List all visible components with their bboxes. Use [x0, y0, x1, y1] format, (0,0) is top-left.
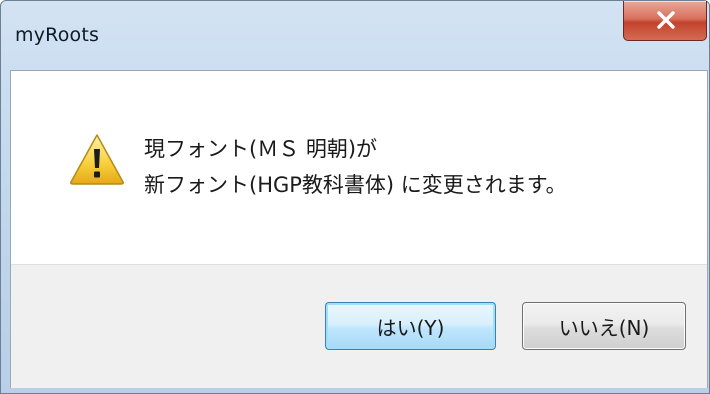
no-button[interactable]: いいえ(N)	[522, 302, 686, 350]
warning-icon	[70, 134, 124, 185]
close-icon	[657, 11, 675, 29]
message-line-1: 現フォント(ＭＳ 明朝)が	[144, 137, 378, 161]
title-bar[interactable]: myRoots	[1, 1, 709, 71]
yes-button[interactable]: はい(Y)	[325, 302, 496, 350]
message-line-2: 新フォント(HGP教科書体) に変更されます。	[144, 173, 567, 197]
dialog-window: myRoots 現フォント(ＭＳ 明朝)が 新フォント(HGP教科書体) に変更…	[0, 0, 710, 394]
window-title: myRoots	[15, 24, 100, 46]
close-button[interactable]	[623, 1, 707, 41]
message-area: 現フォント(ＭＳ 明朝)が 新フォント(HGP教科書体) に変更されます。	[11, 71, 707, 264]
dialog-client-area: 現フォント(ＭＳ 明朝)が 新フォント(HGP教科書体) に変更されます。 はい…	[10, 70, 708, 388]
button-bar: はい(Y) いいえ(N)	[11, 264, 707, 388]
dialog-message: 現フォント(ＭＳ 明朝)が 新フォント(HGP教科書体) に変更されます。	[144, 131, 567, 203]
